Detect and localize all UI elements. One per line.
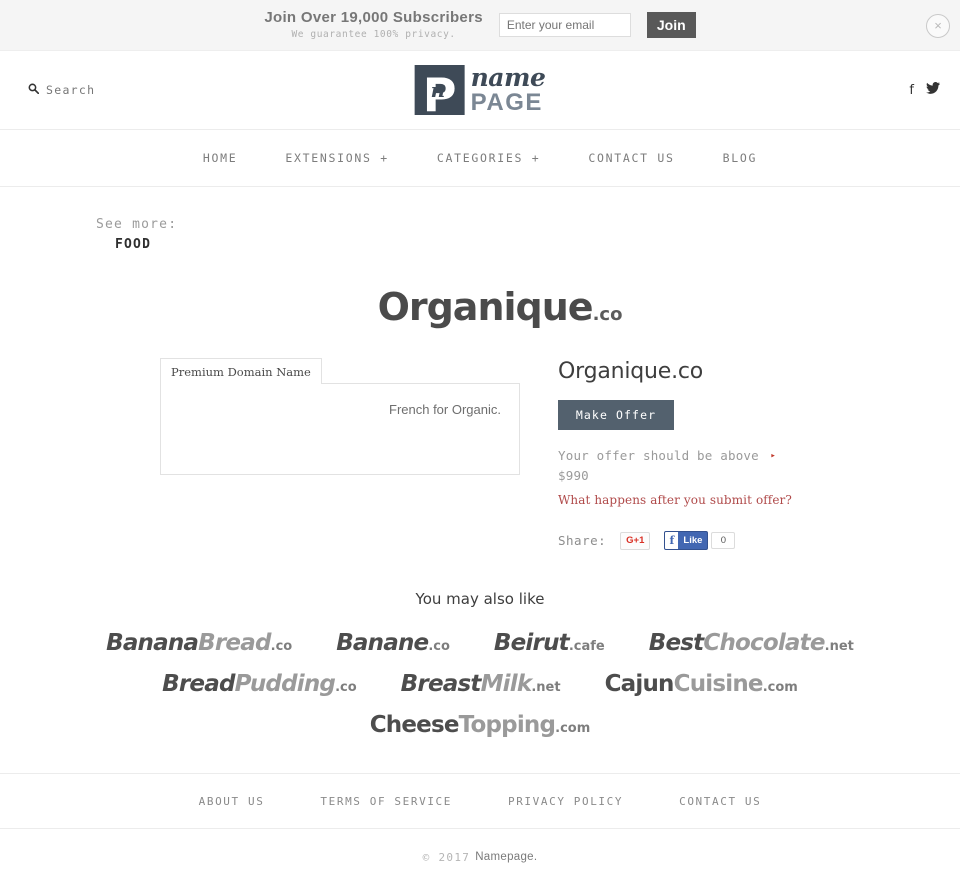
- footer-link-terms-of-service[interactable]: TERMS OF SERVICE: [292, 795, 480, 808]
- logo-mark-icon: P n: [414, 65, 465, 118]
- logo-wordmark: name PAGE: [471, 65, 546, 115]
- copyright-name: Namepage.: [475, 851, 538, 864]
- also-like-name-secondary: Chocolate: [703, 630, 825, 657]
- search-label: Search: [46, 83, 96, 97]
- facebook-like-group: f Like 0: [664, 531, 736, 551]
- make-offer-button[interactable]: Make Offer: [558, 400, 674, 431]
- footer-navigation: ABOUT US TERMS OF SERVICE PRIVACY POLICY…: [0, 773, 960, 830]
- subscribe-notification-bar: Join Over 19,000 Subscribers We guarante…: [0, 0, 960, 51]
- also-like-name-secondary: Pudding: [234, 671, 336, 698]
- domain-logo-tld: .co: [592, 304, 623, 326]
- also-like-name-primary: Banana: [106, 630, 199, 657]
- google-plus-one-button[interactable]: G+1: [620, 531, 651, 550]
- also-like-row: CheeseTopping.com: [0, 714, 960, 737]
- see-more-category-food[interactable]: FOOD: [115, 235, 960, 255]
- also-like-item[interactable]: BreadPudding.co: [162, 673, 357, 696]
- also-like-tld: .co: [428, 639, 450, 655]
- facebook-icon: f: [665, 532, 679, 550]
- also-like-item[interactable]: CajunCuisine.com: [605, 673, 798, 696]
- footer-copyright: © 2017 Namepage.: [0, 829, 960, 885]
- chevron-right-icon[interactable]: ▸: [770, 449, 776, 463]
- also-like-section: You may also like BananaBread.co Banane.…: [0, 590, 960, 737]
- main-navigation: HOME EXTENSIONS + CATEGORIES + CONTACT U…: [0, 130, 960, 187]
- offer-minimum-note: Your offer should be above $990 ▸: [558, 446, 776, 486]
- offer-minimum-text: Your offer should be above $990: [558, 448, 759, 484]
- also-like-name-primary: Cajun: [604, 671, 675, 698]
- description-tabs: Premium Domain Name French for Organic.: [160, 357, 520, 476]
- search-button[interactable]: Search: [28, 83, 95, 97]
- share-label: Share:: [558, 533, 607, 549]
- also-like-name-primary: Best: [648, 630, 704, 657]
- logo-n-letter: n: [430, 78, 446, 102]
- also-like-tld: .cafe: [568, 639, 605, 655]
- also-like-name-primary: Breast: [400, 671, 482, 698]
- also-like-item[interactable]: Beirut.cafe: [494, 632, 605, 655]
- also-like-name-secondary: Milk: [480, 671, 533, 698]
- also-like-tld: .com: [555, 721, 591, 737]
- footer-link-privacy-policy[interactable]: PRIVACY POLICY: [480, 795, 651, 808]
- email-field[interactable]: [498, 13, 631, 37]
- also-like-tld: .net: [824, 639, 854, 655]
- search-icon: [28, 83, 40, 97]
- also-like-item[interactable]: BananaBread.co: [106, 632, 292, 655]
- logo-name-text: name: [470, 63, 546, 92]
- also-like-item[interactable]: CheeseTopping.com: [370, 714, 591, 737]
- also-like-tld: .com: [762, 680, 798, 696]
- join-button[interactable]: Join: [646, 12, 696, 38]
- domain-detail-section: Organique.co Premium Domain Name French …: [0, 255, 960, 551]
- see-more-label: See more:: [96, 217, 178, 232]
- domain-purchase-column: Organique.co Make Offer Your offer shoul…: [558, 357, 858, 551]
- copyright-symbol: © 2017: [422, 850, 471, 864]
- also-like-tld: .co: [270, 639, 293, 655]
- social-links: f: [909, 82, 940, 98]
- nav-item-blog[interactable]: BLOG: [699, 151, 782, 165]
- domain-logo: Organique.co: [0, 285, 960, 329]
- nav-item-home[interactable]: HOME: [179, 151, 262, 165]
- close-icon[interactable]: ×: [926, 14, 950, 38]
- subscribe-form: Join Over 19,000 Subscribers We guarante…: [264, 10, 696, 40]
- nav-item-contact-us[interactable]: CONTACT US: [564, 151, 698, 165]
- also-like-tld: .net: [531, 680, 561, 696]
- also-like-name-primary: Cheese: [369, 712, 460, 739]
- also-like-item[interactable]: BestChocolate.net: [649, 632, 854, 655]
- see-more-breadcrumb: See more: FOOD: [0, 187, 960, 255]
- also-like-row: BreadPudding.co BreastMilk.net CajunCuis…: [0, 673, 960, 696]
- facebook-like-button[interactable]: f Like: [664, 531, 709, 551]
- share-row: Share: G+1 f Like 0: [558, 531, 858, 551]
- also-like-title: You may also like: [415, 590, 545, 609]
- footer-link-contact-us[interactable]: CONTACT US: [651, 795, 789, 808]
- subscribe-subline: We guarantee 100% privacy.: [291, 28, 456, 40]
- domain-columns: Premium Domain Name French for Organic. …: [0, 357, 960, 551]
- logo-page-text: PAGE: [470, 89, 543, 116]
- domain-logo-name: Organique: [377, 285, 594, 330]
- facebook-icon[interactable]: f: [909, 83, 914, 98]
- page-title: Organique.co: [558, 359, 704, 385]
- subscribe-headline: Join Over 19,000 Subscribers: [264, 9, 483, 27]
- also-like-item[interactable]: BreastMilk.net: [401, 673, 561, 696]
- domain-description-column: Premium Domain Name French for Organic.: [160, 357, 520, 476]
- also-like-name-secondary: Bread: [198, 630, 271, 657]
- nav-item-categories[interactable]: CATEGORIES +: [413, 151, 564, 165]
- also-like-row: BananaBread.co Banane.co Beirut.cafe Bes…: [0, 632, 960, 655]
- also-like-item[interactable]: Banane.co: [336, 632, 450, 655]
- also-like-name-primary: Beirut: [493, 630, 570, 657]
- facebook-like-label: Like: [683, 535, 703, 547]
- also-like-name-secondary: Topping: [458, 712, 556, 739]
- also-like-name-secondary: Cuisine: [673, 671, 764, 698]
- nav-item-extensions[interactable]: EXTENSIONS +: [261, 151, 412, 165]
- subscribe-text-block: Join Over 19,000 Subscribers We guarante…: [264, 10, 483, 40]
- facebook-like-count: 0: [711, 532, 736, 550]
- also-like-name-primary: Bread: [162, 671, 235, 698]
- footer-link-about-us[interactable]: ABOUT US: [171, 795, 293, 808]
- what-happens-link[interactable]: What happens after you submit offer?: [558, 493, 858, 507]
- tab-premium-domain-name[interactable]: Premium Domain Name: [160, 358, 322, 385]
- also-like-name-primary: Banane: [336, 630, 429, 657]
- also-like-tld: .co: [335, 680, 357, 696]
- domain-description-text: French for Organic.: [160, 383, 520, 476]
- site-header: Search P n name PAGE f: [0, 51, 960, 130]
- site-logo[interactable]: P n name PAGE: [414, 65, 546, 118]
- twitter-icon[interactable]: [926, 82, 940, 98]
